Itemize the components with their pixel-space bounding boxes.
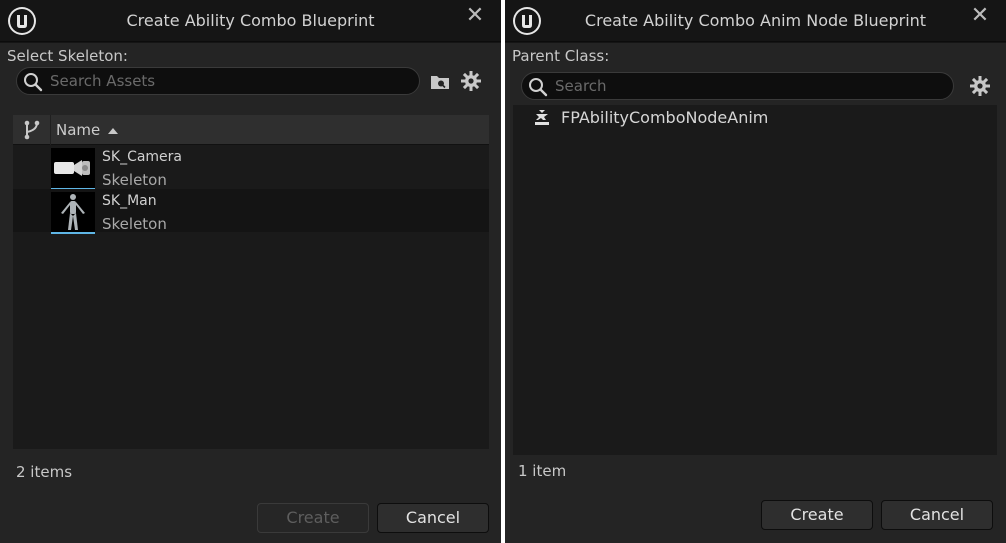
name-column-header[interactable]: Name [56,121,100,139]
asset-row[interactable]: SK_Camera Skeleton [13,145,489,190]
create-button[interactable]: Create [761,500,873,530]
search-icon [24,73,43,92]
cancel-button[interactable]: Cancel [881,500,993,530]
class-row[interactable]: FPAbilityComboNodeAnim [513,105,997,131]
create-ability-combo-anim-node-blueprint-dialog: Create Ability Combo Anim Node Blueprint… [505,0,1006,543]
item-count: 1 item [518,462,567,480]
title-bar: Create Ability Combo Blueprint ✕ [0,0,501,42]
dialog-title: Create Ability Combo Blueprint [126,11,375,30]
search-icon [529,78,548,97]
mannequin-icon [61,194,85,230]
asset-name: SK_Man [102,193,157,209]
camera-thumbnail [51,148,95,190]
close-button[interactable]: ✕ [465,5,485,27]
asset-type-color-bar [51,232,95,234]
asset-type: Skeleton [102,215,167,233]
column-header: Name [13,115,489,145]
cancel-button[interactable]: Cancel [377,503,489,533]
source-control-branch-icon [24,120,40,140]
search-input[interactable] [555,75,943,97]
anim-node-class-icon [535,110,549,125]
asset-type: Skeleton [102,171,167,189]
sort-ascending-icon [108,128,118,134]
gear-icon[interactable] [460,70,482,92]
asset-name: SK_Camera [102,149,183,165]
title-bar: Create Ability Combo Anim Node Blueprint… [505,0,1006,42]
folder-icon[interactable] [429,71,451,93]
dialog-body: Select Skeleton: Search Assets Name SK_C… [0,43,501,543]
create-button[interactable]: Create [257,503,369,533]
asset-row[interactable]: SK_Man Skeleton [13,189,489,234]
dialog-body: Parent Class: Search FPAbilityComboNodeA… [505,43,1006,543]
class-name: FPAbilityComboNodeAnim [561,108,769,127]
item-count: 2 items [16,463,73,481]
search-input[interactable] [50,70,409,92]
search-box[interactable] [16,67,420,95]
search-box[interactable] [521,72,954,100]
section-label: Parent Class: [512,47,610,65]
source-control-column[interactable] [13,115,51,145]
gear-icon[interactable] [969,75,991,97]
close-button[interactable]: ✕ [970,5,990,27]
create-ability-combo-blueprint-dialog: Create Ability Combo Blueprint ✕ Select … [0,0,501,543]
camera-icon [54,160,90,176]
dialog-title: Create Ability Combo Anim Node Blueprint [584,11,927,30]
class-list: FPAbilityComboNodeAnim [513,105,997,455]
mannequin-thumbnail [51,192,95,234]
section-label: Select Skeleton: [7,47,128,65]
asset-list: Name SK_Camera Skeleton SK_Man Skeleton [13,115,489,449]
